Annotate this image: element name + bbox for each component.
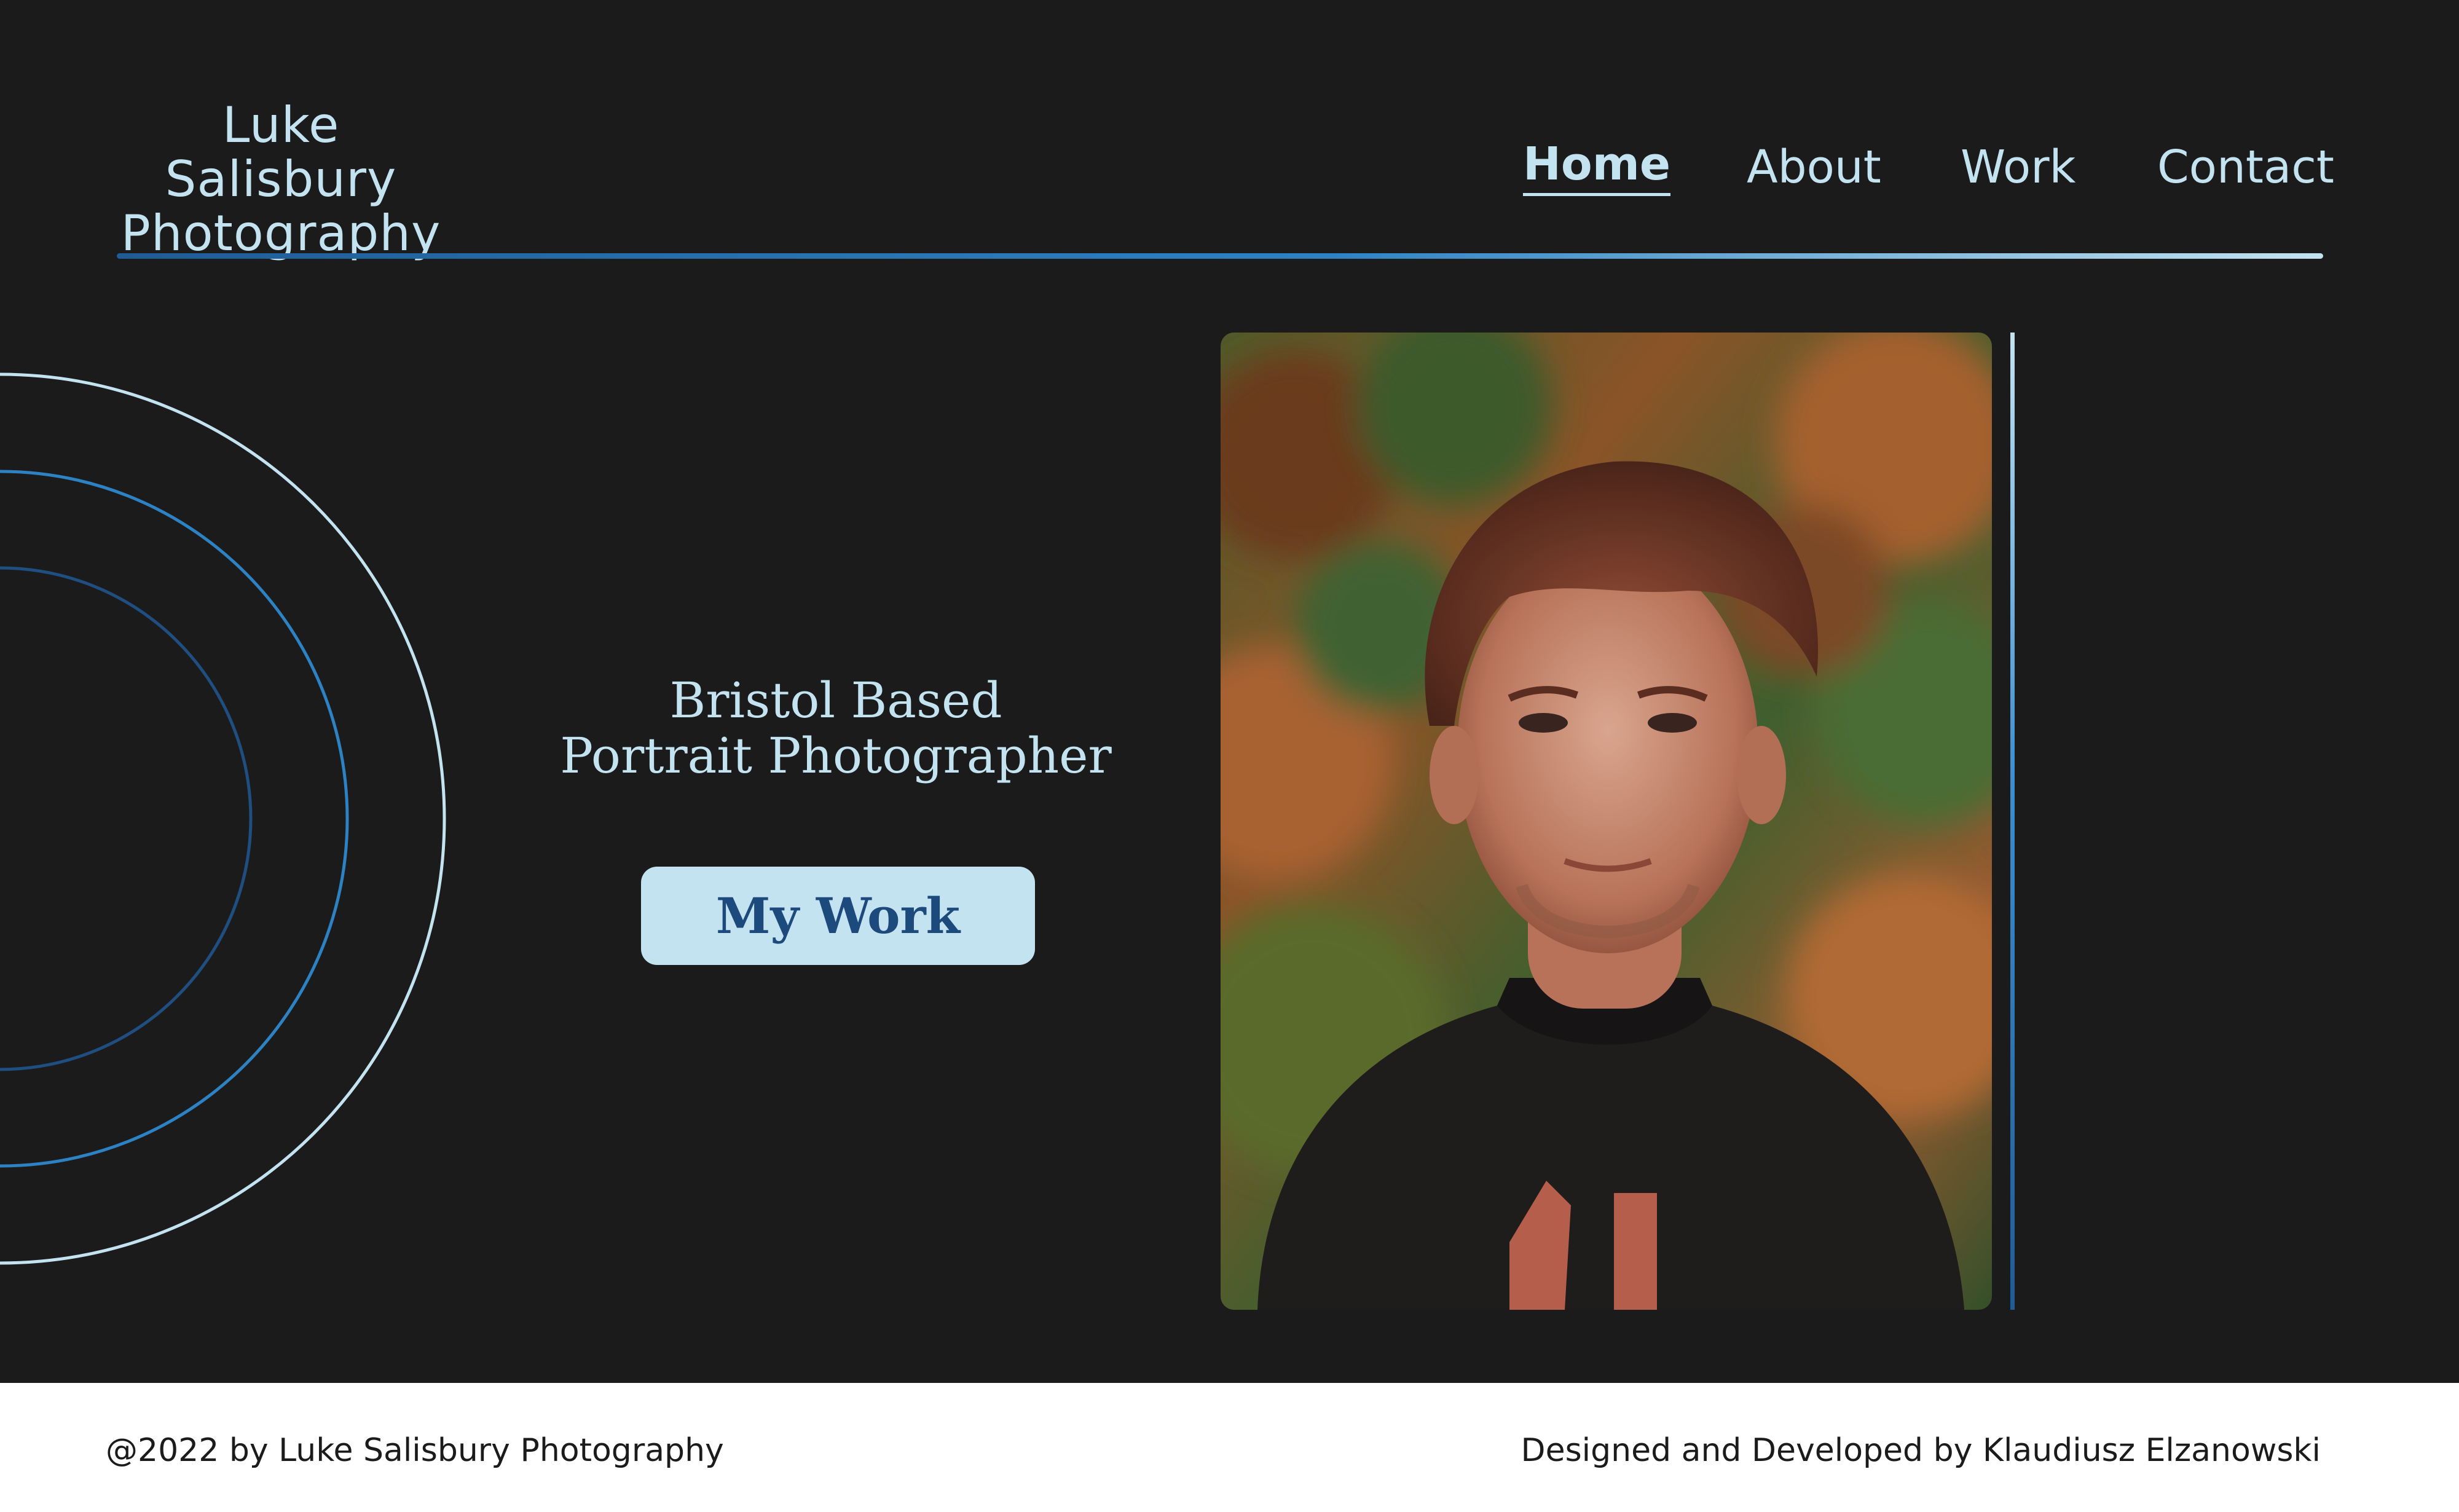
hero-tagline: Bristol Based Portrait Photographer bbox=[529, 673, 1143, 784]
photo-side-accent-line bbox=[2010, 333, 2015, 1310]
nav-link-home[interactable]: Home bbox=[1523, 136, 1671, 196]
inner-ring bbox=[0, 566, 253, 1071]
nav-link-work[interactable]: Work bbox=[1961, 136, 2075, 198]
brand-name-line2: Photography bbox=[120, 205, 441, 262]
brand-name-line1: Luke Salisbury bbox=[165, 96, 397, 208]
tagline-line1: Bristol Based bbox=[669, 672, 1002, 729]
page: Luke Salisbury Photography Home About Wo… bbox=[0, 0, 2459, 1512]
decorative-rings bbox=[0, 372, 446, 1265]
hero-section: Luke Salisbury Photography Home About Wo… bbox=[0, 0, 2459, 1383]
footer-copyright: @2022 by Luke Salisbury Photography bbox=[106, 1432, 724, 1469]
site-logo[interactable]: Luke Salisbury Photography bbox=[106, 98, 456, 261]
middle-ring bbox=[0, 470, 349, 1168]
my-work-button[interactable]: My Work bbox=[641, 867, 1035, 965]
footer: @2022 by Luke Salisbury Photography Desi… bbox=[0, 1383, 2459, 1512]
portrait-photo bbox=[1221, 333, 1992, 1310]
nav-link-contact[interactable]: Contact bbox=[2157, 136, 2334, 198]
outer-ring bbox=[0, 372, 446, 1265]
footer-credit: Designed and Developed by Klaudiusz Elza… bbox=[1521, 1432, 2321, 1469]
header-divider bbox=[117, 253, 2323, 259]
nav-link-about[interactable]: About bbox=[1747, 136, 1881, 198]
tagline-line2: Portrait Photographer bbox=[560, 727, 1112, 784]
